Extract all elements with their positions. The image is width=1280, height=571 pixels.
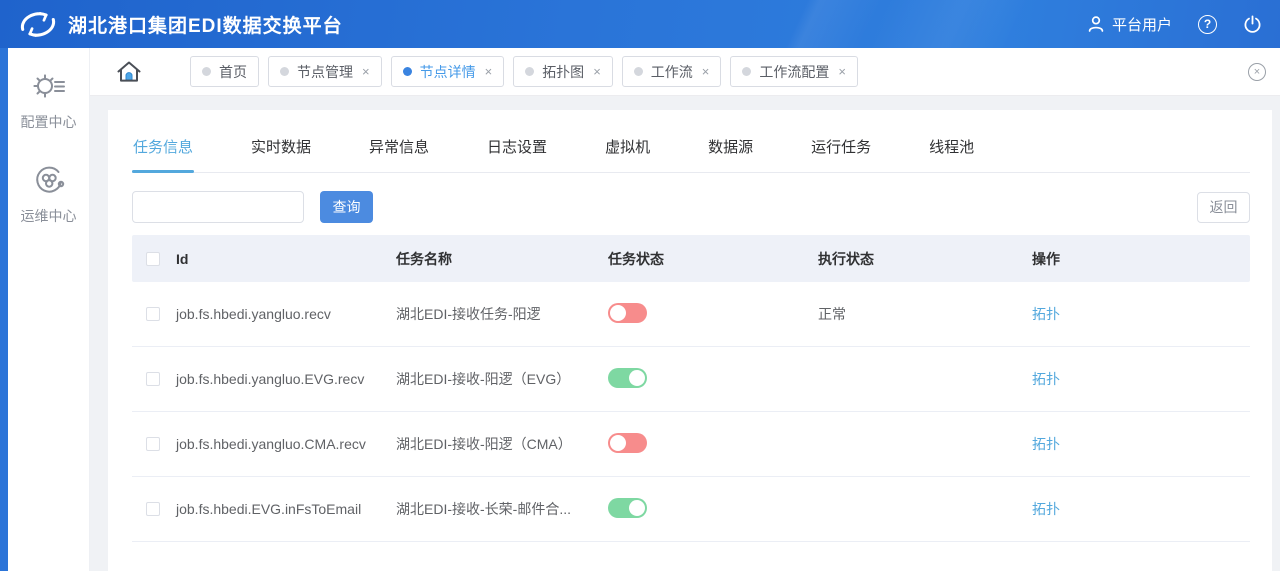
task-id: job.fs.hbedi.yangluo.EVG.recv: [176, 371, 365, 387]
tab-close-icon[interactable]: ×: [362, 64, 370, 79]
tab-topology[interactable]: 拓扑图 ×: [513, 56, 613, 87]
column-header-action: 操作: [1032, 250, 1060, 267]
tab-close-icon[interactable]: ×: [702, 64, 710, 79]
topology-link[interactable]: 拓扑: [1032, 436, 1060, 452]
task-table: Id 任务名称 任务状态 执行状态 操作 job.fs.hbedi.yanglu…: [132, 235, 1250, 542]
column-header-task-state: 任务状态: [608, 250, 664, 267]
sidebar-item-label: 运维中心: [20, 208, 77, 224]
table-header-row: Id 任务名称 任务状态 执行状态 操作: [132, 235, 1250, 282]
query-button[interactable]: 查询: [320, 191, 373, 223]
table-row: job.fs.hbedi.yangluo.EVG.recv 湖北EDI-接收-阳…: [132, 347, 1250, 412]
row-checkbox[interactable]: [146, 372, 160, 386]
tab-dot: [525, 67, 535, 76]
user-menu[interactable]: 平台用户: [1087, 14, 1172, 35]
task-name: 湖北EDI-接收任务-阳逻: [396, 306, 541, 322]
column-header-exec-status: 执行状态: [818, 250, 874, 267]
topology-link[interactable]: 拓扑: [1032, 306, 1060, 322]
gear-settings-icon: [30, 68, 68, 104]
task-state-toggle[interactable]: [608, 367, 647, 388]
tab-dot: [742, 67, 752, 76]
content-tab-realtime-data[interactable]: 实时数据: [250, 134, 312, 172]
content-tab-exception-info[interactable]: 异常信息: [368, 134, 430, 172]
left-accent-strip: [0, 48, 8, 571]
back-button[interactable]: 返回: [1197, 191, 1250, 223]
content-tab-datasource[interactable]: 数据源: [707, 134, 754, 172]
topology-link[interactable]: 拓扑: [1032, 371, 1060, 387]
tab-workflow-config[interactable]: 工作流配置 ×: [730, 56, 858, 87]
tab-dot: [633, 67, 643, 76]
task-state-toggle[interactable]: [608, 432, 647, 453]
content-tab-thread-pool[interactable]: 线程池: [928, 134, 975, 172]
detail-card: 任务信息 实时数据 异常信息 日志设置 虚拟机 数据源 运行任务 线程池 查询 …: [108, 110, 1272, 571]
row-checkbox[interactable]: [146, 502, 160, 516]
tab-home[interactable]: 首页: [190, 56, 259, 87]
task-id: job.fs.hbedi.yangluo.recv: [176, 306, 331, 322]
task-id: job.fs.hbedi.EVG.inFsToEmail: [176, 501, 362, 517]
table-row: job.fs.hbedi.EVG.inFsToEmail 湖北EDI-接收-长荣…: [132, 477, 1250, 542]
detail-tabs: 任务信息 实时数据 异常信息 日志设置 虚拟机 数据源 运行任务 线程池: [132, 134, 1250, 173]
tab-node-management[interactable]: 节点管理 ×: [268, 56, 382, 87]
content-tab-running-tasks[interactable]: 运行任务: [810, 134, 872, 172]
sidebar-item-ops-center[interactable]: 运维中心: [21, 162, 77, 226]
app-header: 湖北港口集团EDI数据交换平台 平台用户 ?: [0, 0, 1280, 48]
task-name: 湖北EDI-接收-长荣-邮件合...: [396, 501, 571, 517]
home-icon[interactable]: [114, 58, 144, 86]
search-input[interactable]: [132, 191, 304, 223]
task-id: job.fs.hbedi.yangluo.CMA.recv: [176, 436, 366, 452]
content-tab-log-settings[interactable]: 日志设置: [486, 134, 548, 172]
sidebar: 配置中心 运维中心: [8, 48, 90, 571]
user-label: 平台用户: [1111, 16, 1172, 34]
tab-dot: [402, 67, 412, 76]
tab-workflow[interactable]: 工作流 ×: [621, 56, 722, 87]
tab-node-detail[interactable]: 节点详情 ×: [390, 56, 505, 87]
tab-close-icon[interactable]: ×: [593, 64, 601, 79]
exec-status: 正常: [818, 306, 846, 322]
sidebar-item-config-center[interactable]: 配置中心: [21, 68, 77, 132]
task-state-toggle[interactable]: [608, 302, 647, 323]
task-state-toggle[interactable]: [608, 497, 647, 518]
sidebar-item-label: 配置中心: [20, 114, 77, 130]
table-row: job.fs.hbedi.yangluo.CMA.recv 湖北EDI-接收-阳…: [132, 412, 1250, 477]
tab-close-icon[interactable]: ×: [485, 64, 493, 79]
tab-dot: [202, 67, 211, 76]
help-icon[interactable]: ?: [1198, 14, 1217, 34]
row-checkbox[interactable]: [146, 307, 160, 321]
select-all-checkbox[interactable]: [146, 251, 160, 266]
brand-swoosh-logo-icon: [18, 6, 58, 42]
ops-cycle-icon: [30, 162, 68, 198]
tab-dot: [280, 67, 289, 76]
task-name: 湖北EDI-接收-阳逻（EVG）: [396, 371, 571, 387]
task-name: 湖北EDI-接收-阳逻（CMA）: [396, 436, 572, 452]
close-all-tabs-icon[interactable]: ×: [1248, 62, 1266, 81]
tab-close-icon[interactable]: ×: [838, 64, 846, 79]
topology-link[interactable]: 拓扑: [1032, 501, 1060, 517]
power-icon[interactable]: [1243, 14, 1262, 34]
page-title: 湖北港口集团EDI数据交换平台: [68, 15, 343, 37]
row-checkbox[interactable]: [146, 437, 160, 451]
content-tab-virtual-machine[interactable]: 虚拟机: [604, 134, 651, 172]
page-tabbar: 首页 节点管理 × 节点详情 × 拓扑图 × 工作流 × 工作流配置 × ×: [90, 48, 1280, 96]
column-header-name: 任务名称: [396, 250, 452, 267]
column-header-id: Id: [176, 250, 189, 267]
table-row: job.fs.hbedi.yangluo.recv 湖北EDI-接收任务-阳逻 …: [132, 282, 1250, 347]
user-icon: [1087, 15, 1105, 33]
content-tab-task-info[interactable]: 任务信息: [132, 134, 195, 173]
